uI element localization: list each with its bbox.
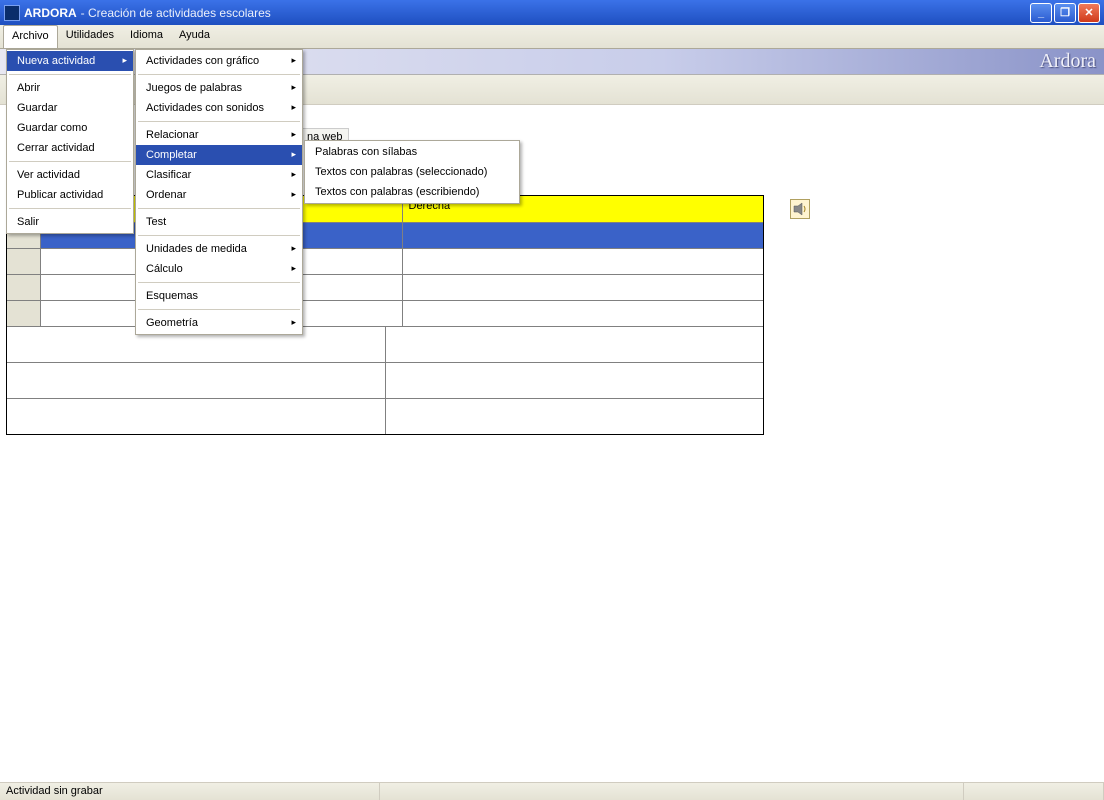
menu-utilidades[interactable]: Utilidades — [58, 25, 122, 48]
completar-seleccionado[interactable]: Textos con palabras (seleccionado) — [305, 162, 519, 182]
menu-cerrar-actividad[interactable]: Cerrar actividad — [7, 138, 133, 158]
menu-ver-actividad[interactable]: Ver actividad — [7, 165, 133, 185]
completar-escribiendo[interactable]: Textos con palabras (escribiendo) — [305, 182, 519, 202]
maximize-button[interactable]: ❐ — [1054, 3, 1076, 23]
grid-row[interactable] — [7, 248, 763, 274]
submenu-relacionar[interactable]: Relacionar — [136, 125, 302, 145]
submenu-calculo[interactable]: Cálculo — [136, 259, 302, 279]
submenu-ordenar[interactable]: Ordenar — [136, 185, 302, 205]
app-icon — [4, 5, 20, 21]
menu-guardar[interactable]: Guardar — [7, 98, 133, 118]
submenu-unidades[interactable]: Unidades de medida — [136, 239, 302, 259]
completar-silabas[interactable]: Palabras con sílabas — [305, 142, 519, 162]
status-cell-3 — [964, 783, 1104, 800]
nueva-actividad-submenu: Actividades con gráfico Juegos de palabr… — [135, 49, 303, 335]
submenu-test[interactable]: Test — [136, 212, 302, 232]
window-subtitle: - Creación de actividades escolares — [81, 6, 271, 20]
submenu-sonidos[interactable]: Actividades con sonidos — [136, 98, 302, 118]
grid-row[interactable] — [7, 398, 763, 434]
submenu-esquemas[interactable]: Esquemas — [136, 286, 302, 306]
app-name: ARDORA — [24, 6, 77, 20]
brand-logo: Ardora — [1039, 50, 1096, 73]
menu-nueva-actividad[interactable]: Nueva actividad — [7, 51, 133, 71]
menu-idioma[interactable]: Idioma — [122, 25, 171, 48]
submenu-grafico[interactable]: Actividades con gráfico — [136, 51, 302, 71]
menu-abrir[interactable]: Abrir — [7, 78, 133, 98]
archivo-dropdown: Nueva actividad Abrir Guardar Guardar co… — [6, 49, 134, 234]
menu-salir[interactable]: Salir — [7, 212, 133, 232]
completar-submenu: Palabras con sílabas Textos con palabras… — [304, 140, 520, 204]
submenu-completar[interactable]: Completar — [136, 145, 302, 165]
submenu-geometria[interactable]: Geometría — [136, 313, 302, 333]
menu-guardar-como[interactable]: Guardar como — [7, 118, 133, 138]
menu-ayuda[interactable]: Ayuda — [171, 25, 218, 48]
minimize-button[interactable]: _ — [1030, 3, 1052, 23]
statusbar: Actividad sin grabar — [0, 782, 1104, 800]
titlebar: ARDORA - Creación de actividades escolar… — [0, 0, 1104, 25]
grid-row[interactable] — [7, 274, 763, 300]
submenu-juegos[interactable]: Juegos de palabras — [136, 78, 302, 98]
status-text: Actividad sin grabar — [0, 783, 380, 800]
grid-row[interactable] — [7, 326, 763, 362]
menu-publicar-actividad[interactable]: Publicar actividad — [7, 185, 133, 205]
submenu-clasificar[interactable]: Clasificar — [136, 165, 302, 185]
grid-row[interactable] — [7, 300, 763, 326]
menu-archivo[interactable]: Archivo — [3, 25, 58, 48]
close-button[interactable]: ✕ — [1078, 3, 1100, 23]
menubar: Archivo Utilidades Idioma Ayuda — [0, 25, 1104, 49]
grid-row[interactable] — [7, 362, 763, 398]
status-cell-2 — [380, 783, 964, 800]
audio-icon[interactable] — [790, 199, 810, 219]
